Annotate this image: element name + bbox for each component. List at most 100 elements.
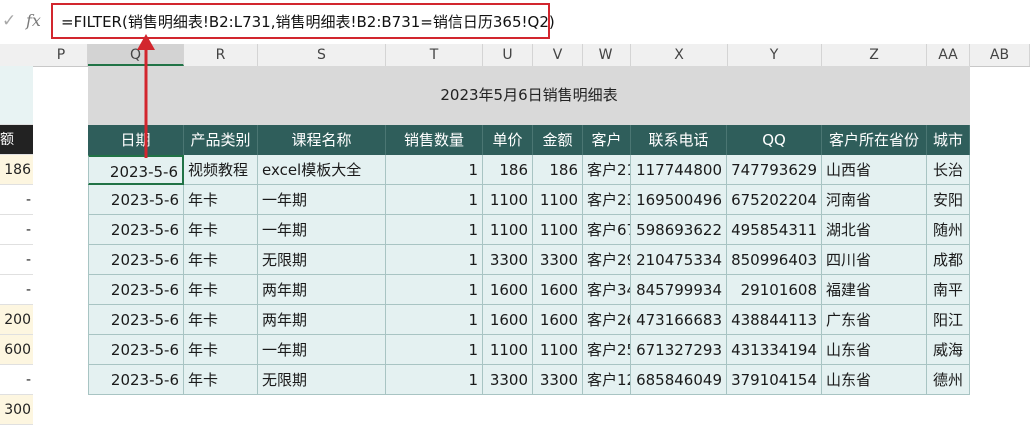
- left-cell[interactable]: -: [0, 215, 33, 245]
- column-header-t[interactable]: T: [386, 44, 483, 66]
- table-cell[interactable]: 598693622: [631, 215, 727, 245]
- column-header-q[interactable]: Q: [88, 44, 184, 66]
- table-cell[interactable]: 客户269: [583, 305, 631, 335]
- table-cell[interactable]: 1100: [483, 215, 533, 245]
- left-cell[interactable]: 600: [0, 335, 33, 365]
- table-header-cell[interactable]: 金额: [533, 125, 583, 155]
- column-header-v[interactable]: V: [533, 44, 583, 66]
- table-cell[interactable]: 2023-5-6: [88, 215, 184, 245]
- table-cell[interactable]: 福建省: [822, 275, 927, 305]
- table-cell[interactable]: 一年期: [258, 335, 386, 365]
- table-header-cell[interactable]: 客户: [583, 125, 631, 155]
- table-cell[interactable]: 3300: [483, 245, 533, 275]
- left-cell[interactable]: -: [0, 275, 33, 305]
- table-header-cell[interactable]: 城市: [927, 125, 970, 155]
- table-cell[interactable]: 169500496: [631, 185, 727, 215]
- table-cell[interactable]: 客户34: [583, 275, 631, 305]
- table-cell[interactable]: 2023-5-6: [88, 335, 184, 365]
- table-cell[interactable]: 1100: [483, 185, 533, 215]
- table-cell[interactable]: 850996403: [727, 245, 822, 275]
- table-cell[interactable]: 1: [386, 215, 483, 245]
- table-cell[interactable]: 2023-5-6: [88, 365, 184, 395]
- table-cell[interactable]: 1100: [533, 335, 583, 365]
- table-cell[interactable]: 湖北省: [822, 215, 927, 245]
- table-header-cell[interactable]: 单价: [483, 125, 533, 155]
- column-header-w[interactable]: W: [581, 44, 631, 66]
- table-cell[interactable]: 1: [386, 185, 483, 215]
- left-cell[interactable]: -: [0, 365, 33, 395]
- table-cell[interactable]: 2023-5-6: [88, 275, 184, 305]
- table-cell[interactable]: 山东省: [822, 365, 927, 395]
- table-cell[interactable]: 长治: [927, 155, 970, 185]
- active-cell[interactable]: 2023-5-6: [88, 155, 184, 185]
- table-cell[interactable]: 无限期: [258, 365, 386, 395]
- table-cell[interactable]: 210475334: [631, 245, 727, 275]
- table-cell[interactable]: 29101608: [727, 275, 822, 305]
- table-cell[interactable]: 视频教程: [184, 155, 258, 185]
- table-cell[interactable]: 117744800: [631, 155, 727, 185]
- table-cell[interactable]: 473166683: [631, 305, 727, 335]
- column-header-r[interactable]: R: [184, 44, 258, 66]
- table-cell[interactable]: 南平: [927, 275, 970, 305]
- table-cell[interactable]: 186: [483, 155, 533, 185]
- table-header-cell[interactable]: 课程名称: [258, 125, 386, 155]
- table-header-cell[interactable]: 销售数量: [386, 125, 483, 155]
- table-cell[interactable]: 威海: [927, 335, 970, 365]
- table-cell[interactable]: 1: [386, 245, 483, 275]
- column-header-ab[interactable]: AB: [970, 44, 1030, 66]
- column-header-s[interactable]: S: [258, 44, 386, 66]
- table-cell[interactable]: 四川省: [822, 245, 927, 275]
- table-cell[interactable]: 客户295: [583, 245, 631, 275]
- table-cell[interactable]: 成都: [927, 245, 970, 275]
- table-cell[interactable]: 1600: [533, 305, 583, 335]
- table-cell[interactable]: 安阳: [927, 185, 970, 215]
- table-cell[interactable]: 年卡: [184, 185, 258, 215]
- table-cell[interactable]: 2023-5-6: [88, 185, 184, 215]
- left-cell[interactable]: -: [0, 185, 33, 215]
- column-header-p[interactable]: P: [35, 44, 88, 66]
- formula-input[interactable]: =FILTER(销售明细表!B2:L731,销售明细表!B2:B731=销信日历…: [51, 3, 555, 39]
- table-cell[interactable]: 3300: [483, 365, 533, 395]
- table-cell[interactable]: 年卡: [184, 275, 258, 305]
- table-cell[interactable]: 客户128: [583, 365, 631, 395]
- table-header-cell[interactable]: QQ: [727, 125, 822, 155]
- check-icon[interactable]: ✓: [2, 11, 18, 31]
- column-header-z[interactable]: Z: [822, 44, 927, 66]
- column-header-x[interactable]: X: [631, 44, 728, 66]
- table-cell[interactable]: 德州: [927, 365, 970, 395]
- table-cell[interactable]: 山东省: [822, 335, 927, 365]
- table-cell[interactable]: 845799934: [631, 275, 727, 305]
- fx-icon[interactable]: fx: [26, 11, 48, 31]
- table-cell[interactable]: 一年期: [258, 185, 386, 215]
- table-cell[interactable]: 客户258: [583, 335, 631, 365]
- table-cell[interactable]: 379104154: [727, 365, 822, 395]
- table-cell[interactable]: 2023-5-6: [88, 305, 184, 335]
- table-cell[interactable]: 675202204: [727, 185, 822, 215]
- table-header-cell[interactable]: 产品类别: [184, 125, 258, 155]
- table-cell[interactable]: 客户210: [583, 155, 631, 185]
- table-cell[interactable]: 1600: [483, 275, 533, 305]
- table-cell[interactable]: 无限期: [258, 245, 386, 275]
- left-title-cell[interactable]: [0, 66, 33, 125]
- table-cell[interactable]: 431334194: [727, 335, 822, 365]
- table-cell[interactable]: 年卡: [184, 305, 258, 335]
- column-header-u[interactable]: U: [483, 44, 533, 66]
- table-header-cell[interactable]: 日期: [88, 125, 184, 155]
- table-cell[interactable]: 两年期: [258, 275, 386, 305]
- left-cell[interactable]: 186: [0, 155, 33, 185]
- left-cell[interactable]: -: [0, 245, 33, 275]
- table-cell[interactable]: 1: [386, 305, 483, 335]
- table-cell[interactable]: 186: [533, 155, 583, 185]
- table-cell[interactable]: 3300: [533, 365, 583, 395]
- left-cell[interactable]: 200: [0, 305, 33, 335]
- table-cell[interactable]: 河南省: [822, 185, 927, 215]
- table-cell[interactable]: 747793629: [727, 155, 822, 185]
- table-cell[interactable]: 1: [386, 335, 483, 365]
- table-cell[interactable]: 685846049: [631, 365, 727, 395]
- table-cell[interactable]: 随州: [927, 215, 970, 245]
- column-header-aa[interactable]: AA: [927, 44, 970, 66]
- table-cell[interactable]: 1100: [533, 185, 583, 215]
- left-header-cell[interactable]: 额: [0, 125, 33, 155]
- column-header-y[interactable]: Y: [727, 44, 822, 66]
- table-cell[interactable]: 1: [386, 365, 483, 395]
